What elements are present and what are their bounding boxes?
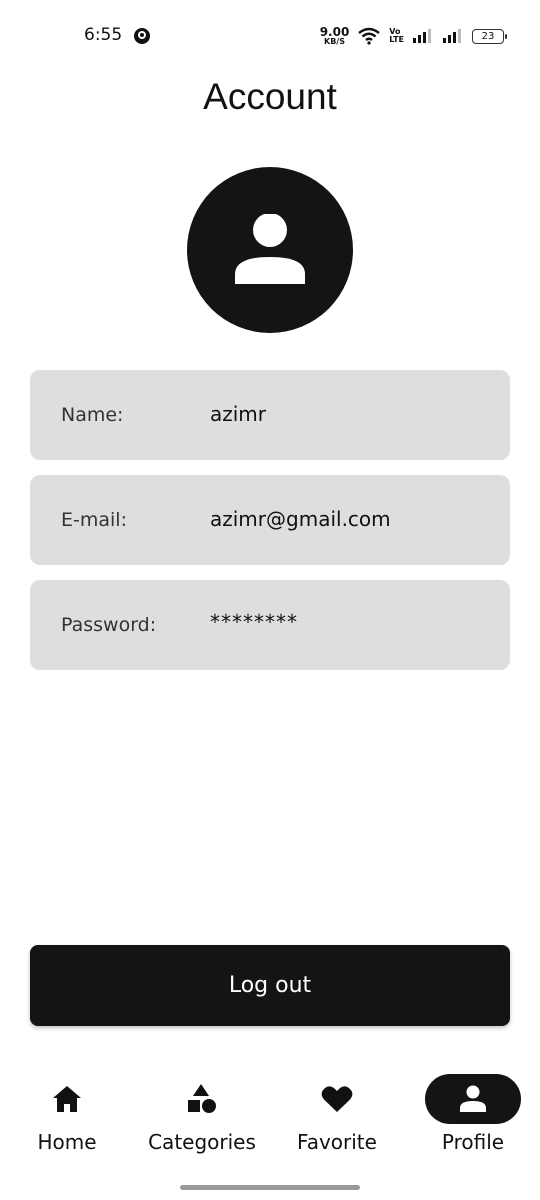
nav-item-categories[interactable]: Categories — [144, 1070, 260, 1170]
nav-label-categories: Categories — [148, 1130, 256, 1154]
logout-button[interactable]: Log out — [30, 945, 510, 1026]
avatar — [187, 167, 353, 333]
person-icon — [460, 1085, 486, 1112]
nav-item-favorite[interactable]: Favorite — [289, 1070, 385, 1170]
name-value: azimr — [210, 402, 267, 426]
status-indicators: 9.00 KB/S Vo LTE 23 — [319, 22, 507, 50]
nav-icon-container-active — [425, 1074, 521, 1124]
nav-icon-container — [289, 1074, 385, 1124]
signal-icon-2 — [443, 29, 461, 43]
nav-icon-container — [19, 1074, 115, 1124]
volte-icon: Vo LTE — [389, 27, 404, 44]
email-value: azimr@gmail.com — [210, 507, 391, 531]
password-label: Password: — [61, 614, 157, 636]
email-label: E-mail: — [61, 509, 127, 531]
nav-label-favorite: Favorite — [297, 1130, 377, 1154]
nav-item-home[interactable]: Home — [19, 1070, 115, 1170]
name-row: Name: azimr — [30, 370, 510, 460]
email-row: E-mail: azimr@gmail.com — [30, 475, 510, 565]
password-value: ******** — [210, 610, 298, 634]
signal-icon — [413, 29, 431, 43]
nav-item-profile[interactable]: Profile — [425, 1070, 521, 1170]
home-indicator[interactable] — [180, 1185, 360, 1190]
network-speed: 9.00 KB/S — [319, 25, 350, 46]
page-title: Account — [203, 76, 337, 117]
nav-label-profile: Profile — [441, 1130, 505, 1154]
categories-icon — [188, 1084, 216, 1113]
battery-icon: 23 — [472, 28, 507, 44]
heart-icon — [321, 1086, 353, 1112]
person-icon — [235, 214, 305, 284]
status-time: 6:55 — [84, 25, 123, 45]
home-icon — [53, 1086, 81, 1112]
status-bar: 6:55 9.00 KB/S Vo LTE 23 — [0, 0, 540, 72]
password-row: Password: ******** — [30, 580, 510, 670]
wifi-icon — [358, 27, 381, 45]
name-label: Name: — [61, 404, 124, 426]
nav-label-home: Home — [37, 1130, 97, 1154]
nav-icon-container — [154, 1074, 250, 1124]
bottom-nav: Home Categories Favorite Profile — [0, 1070, 540, 1170]
notification-app-icon — [134, 28, 150, 44]
